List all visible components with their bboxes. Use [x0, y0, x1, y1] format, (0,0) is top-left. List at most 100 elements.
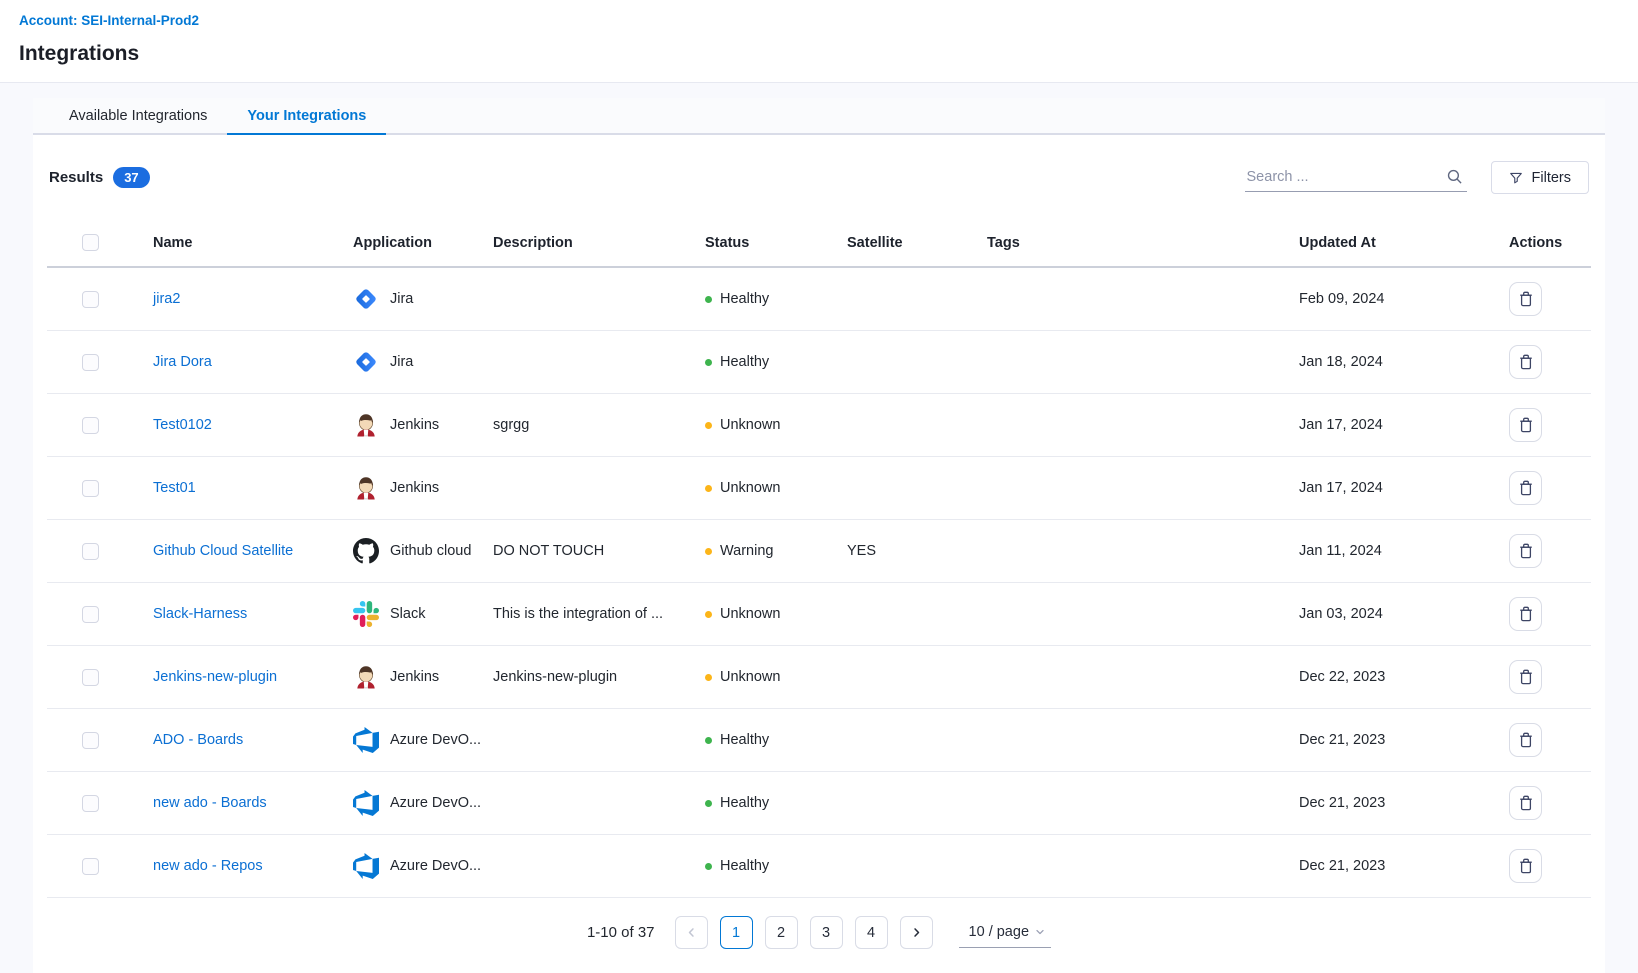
pagination-range-label: 1-10 of 37: [587, 924, 655, 941]
delete-button[interactable]: [1509, 345, 1542, 379]
table-row: ADO - Boards Azure DevO... Healthy Dec 2…: [47, 709, 1591, 772]
results-count-badge: 37: [113, 167, 149, 188]
integration-name-link[interactable]: Github Cloud Satellite: [153, 543, 293, 559]
row-checkbox[interactable]: [82, 795, 99, 812]
account-breadcrumb-link[interactable]: Account: SEI-Internal-Prod2: [19, 13, 199, 28]
status-dot-icon: [705, 548, 712, 555]
status-label: Healthy: [720, 354, 769, 370]
row-checkbox[interactable]: [82, 732, 99, 749]
jenkins-icon: [353, 475, 379, 501]
trash-icon: [1519, 795, 1533, 811]
row-checkbox[interactable]: [82, 354, 99, 371]
trash-icon: [1519, 480, 1533, 496]
application-label: Jira: [390, 354, 413, 370]
page-button-4[interactable]: 4: [855, 916, 888, 949]
trash-icon: [1519, 291, 1533, 307]
satellite-value: YES: [847, 543, 876, 559]
filters-button[interactable]: Filters: [1491, 161, 1589, 194]
status-label: Healthy: [720, 291, 769, 307]
page-button-1[interactable]: 1: [720, 916, 753, 949]
tab-available-integrations[interactable]: Available Integrations: [49, 98, 227, 135]
chevron-right-icon: [911, 927, 922, 938]
integration-name-link[interactable]: Test0102: [153, 417, 212, 433]
updated-at-value: Feb 09, 2024: [1299, 291, 1384, 307]
delete-button[interactable]: [1509, 282, 1542, 316]
trash-icon: [1519, 543, 1533, 559]
integration-name-link[interactable]: Slack-Harness: [153, 606, 247, 622]
delete-button[interactable]: [1509, 534, 1542, 568]
jira-icon: [353, 349, 379, 375]
delete-button[interactable]: [1509, 471, 1542, 505]
trash-icon: [1519, 606, 1533, 622]
page-button-3[interactable]: 3: [810, 916, 843, 949]
select-all-checkbox[interactable]: [82, 234, 99, 251]
column-header-tags: Tags: [981, 224, 1293, 267]
page-button-2[interactable]: 2: [765, 916, 798, 949]
row-checkbox[interactable]: [82, 480, 99, 497]
delete-button[interactable]: [1509, 597, 1542, 631]
next-page-button[interactable]: [900, 916, 933, 949]
column-header-application: Application: [347, 224, 487, 267]
status-dot-icon: [705, 359, 712, 366]
page-title: Integrations: [19, 42, 1618, 66]
updated-at-value: Jan 18, 2024: [1299, 354, 1383, 370]
results-summary: Results 37: [49, 167, 150, 188]
column-header-satellite: Satellite: [841, 224, 981, 267]
slack-icon: [353, 601, 379, 627]
integration-name-link[interactable]: Test01: [153, 480, 196, 496]
application-label: Azure DevO...: [390, 732, 481, 748]
table-row: jira2 Jira Healthy Feb 09, 2024: [47, 267, 1591, 331]
status-label: Healthy: [720, 732, 769, 748]
table-header-row: Name Application Description Status Sate…: [47, 224, 1591, 267]
table-row: Test01 Jenkins Unknown Jan 17, 2024: [47, 457, 1591, 520]
integration-name-link[interactable]: new ado - Repos: [153, 858, 263, 874]
jenkins-icon: [353, 664, 379, 690]
application-label: Jenkins: [390, 417, 439, 433]
row-checkbox[interactable]: [82, 606, 99, 623]
description-text: Jenkins-new-plugin: [493, 669, 617, 685]
status-dot-icon: [705, 611, 712, 618]
table-row: Test0102 Jenkins sgrgg Unknown Jan 17, 2…: [47, 394, 1591, 457]
filters-button-label: Filters: [1532, 170, 1571, 186]
column-header-status: Status: [699, 224, 841, 267]
search-icon: [1446, 168, 1463, 185]
row-checkbox[interactable]: [82, 669, 99, 686]
filter-funnel-icon: [1509, 171, 1523, 185]
status-label: Unknown: [720, 669, 780, 685]
page-size-select[interactable]: 10 / page: [959, 918, 1051, 948]
delete-button[interactable]: [1509, 660, 1542, 694]
row-checkbox[interactable]: [82, 417, 99, 434]
integration-name-link[interactable]: ADO - Boards: [153, 732, 243, 748]
jira-icon: [353, 286, 379, 312]
application-label: Jira: [390, 291, 413, 307]
integration-name-link[interactable]: Jenkins-new-plugin: [153, 669, 277, 685]
table-row: new ado - Boards Azure DevO... Healthy D…: [47, 772, 1591, 835]
search-input[interactable]: [1247, 169, 1446, 185]
delete-button[interactable]: [1509, 408, 1542, 442]
row-checkbox[interactable]: [82, 543, 99, 560]
application-label: Jenkins: [390, 669, 439, 685]
column-header-updated-at: Updated At: [1293, 224, 1503, 267]
row-checkbox[interactable]: [82, 858, 99, 875]
status-dot-icon: [705, 863, 712, 870]
azure-devops-icon: [353, 727, 379, 753]
description-text: sgrgg: [493, 417, 529, 433]
your-integrations-panel: Results 37 Filters: [33, 135, 1605, 973]
application-label: Github cloud: [390, 543, 471, 559]
status-dot-icon: [705, 485, 712, 492]
integration-name-link[interactable]: Jira Dora: [153, 354, 212, 370]
delete-button[interactable]: [1509, 723, 1542, 757]
tab-your-integrations[interactable]: Your Integrations: [227, 98, 386, 135]
application-label: Jenkins: [390, 480, 439, 496]
status-dot-icon: [705, 737, 712, 744]
delete-button[interactable]: [1509, 849, 1542, 883]
row-checkbox[interactable]: [82, 291, 99, 308]
column-header-actions: Actions: [1503, 224, 1591, 267]
application-label: Azure DevO...: [390, 795, 481, 811]
previous-page-button[interactable]: [675, 916, 708, 949]
jenkins-icon: [353, 412, 379, 438]
integration-name-link[interactable]: new ado - Boards: [153, 795, 267, 811]
delete-button[interactable]: [1509, 786, 1542, 820]
updated-at-value: Dec 21, 2023: [1299, 858, 1385, 874]
integration-name-link[interactable]: jira2: [153, 291, 180, 307]
